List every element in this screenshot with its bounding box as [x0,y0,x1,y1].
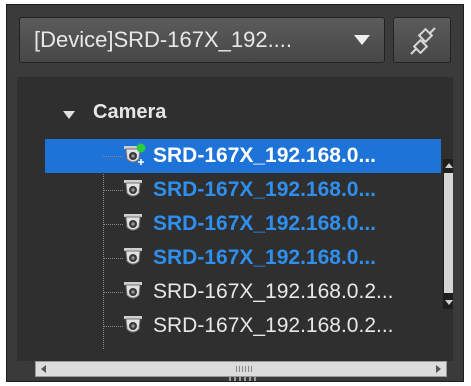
camera-icon [124,316,142,333]
tree-item[interactable]: SRD-167X_192.168.0... [45,207,441,241]
tree-connector [103,156,123,157]
tree-group-label: Camera [93,101,167,123]
camera-icon [124,214,142,231]
connect-button[interactable] [393,17,451,63]
tree-item[interactable]: SRD-167X_192.168.0.2... [45,309,441,343]
tree-group-camera[interactable]: Camera [17,99,453,129]
device-select-dropdown[interactable]: [Device]SRD-167X_192.... [19,17,385,63]
scroll-left-icon[interactable] [41,365,46,373]
tree-item[interactable]: SRD-167X_192.168.0... [45,139,441,173]
scroll-down-icon[interactable] [445,300,453,305]
tree-connector [103,224,123,225]
horizontal-scrollbar[interactable] [35,361,447,377]
toolbar: [Device]SRD-167X_192.... [7,5,463,75]
device-select-value: [Device]SRD-167X_192.... [34,27,293,52]
camera-add-icon [124,143,146,165]
camera-icon [124,248,142,265]
chevron-down-icon [354,35,370,45]
vertical-scrollbar[interactable] [443,159,453,309]
tree-item-label: SRD-167X_192.168.0.2... [153,280,394,303]
resize-grip[interactable] [229,377,257,381]
tree-item-label: SRD-167X_192.168.0... [153,212,376,235]
tree-item-label: SRD-167X_192.168.0... [153,144,376,167]
tree-item-label: SRD-167X_192.168.0.2... [153,314,394,337]
tree-connector [103,258,123,259]
tree-connector [103,190,123,191]
scroll-grip[interactable] [236,366,252,372]
scroll-right-icon[interactable] [436,365,441,373]
link-plug-icon [410,27,436,55]
device-tree-window: [Device]SRD-167X_192.... Camera SRD-167X… [6,4,464,382]
tree-item-label: SRD-167X_192.168.0... [153,178,376,201]
scroll-up-icon[interactable] [445,163,453,168]
tree-connector [103,326,123,327]
expand-triangle-icon[interactable] [63,111,75,119]
device-tree: Camera SRD-167X_192.168.0... SRD-167X_192… [17,77,453,361]
scroll-thumb[interactable] [444,173,453,293]
camera-icon [124,282,142,299]
tree-item[interactable]: SRD-167X_192.168.0... [45,241,441,275]
camera-icon [124,180,142,197]
tree-connector [103,292,123,293]
tree-item[interactable]: SRD-167X_192.168.0.2... [45,275,441,309]
tree-item-label: SRD-167X_192.168.0... [153,246,376,269]
tree-item[interactable]: SRD-167X_192.168.0... [45,173,441,207]
